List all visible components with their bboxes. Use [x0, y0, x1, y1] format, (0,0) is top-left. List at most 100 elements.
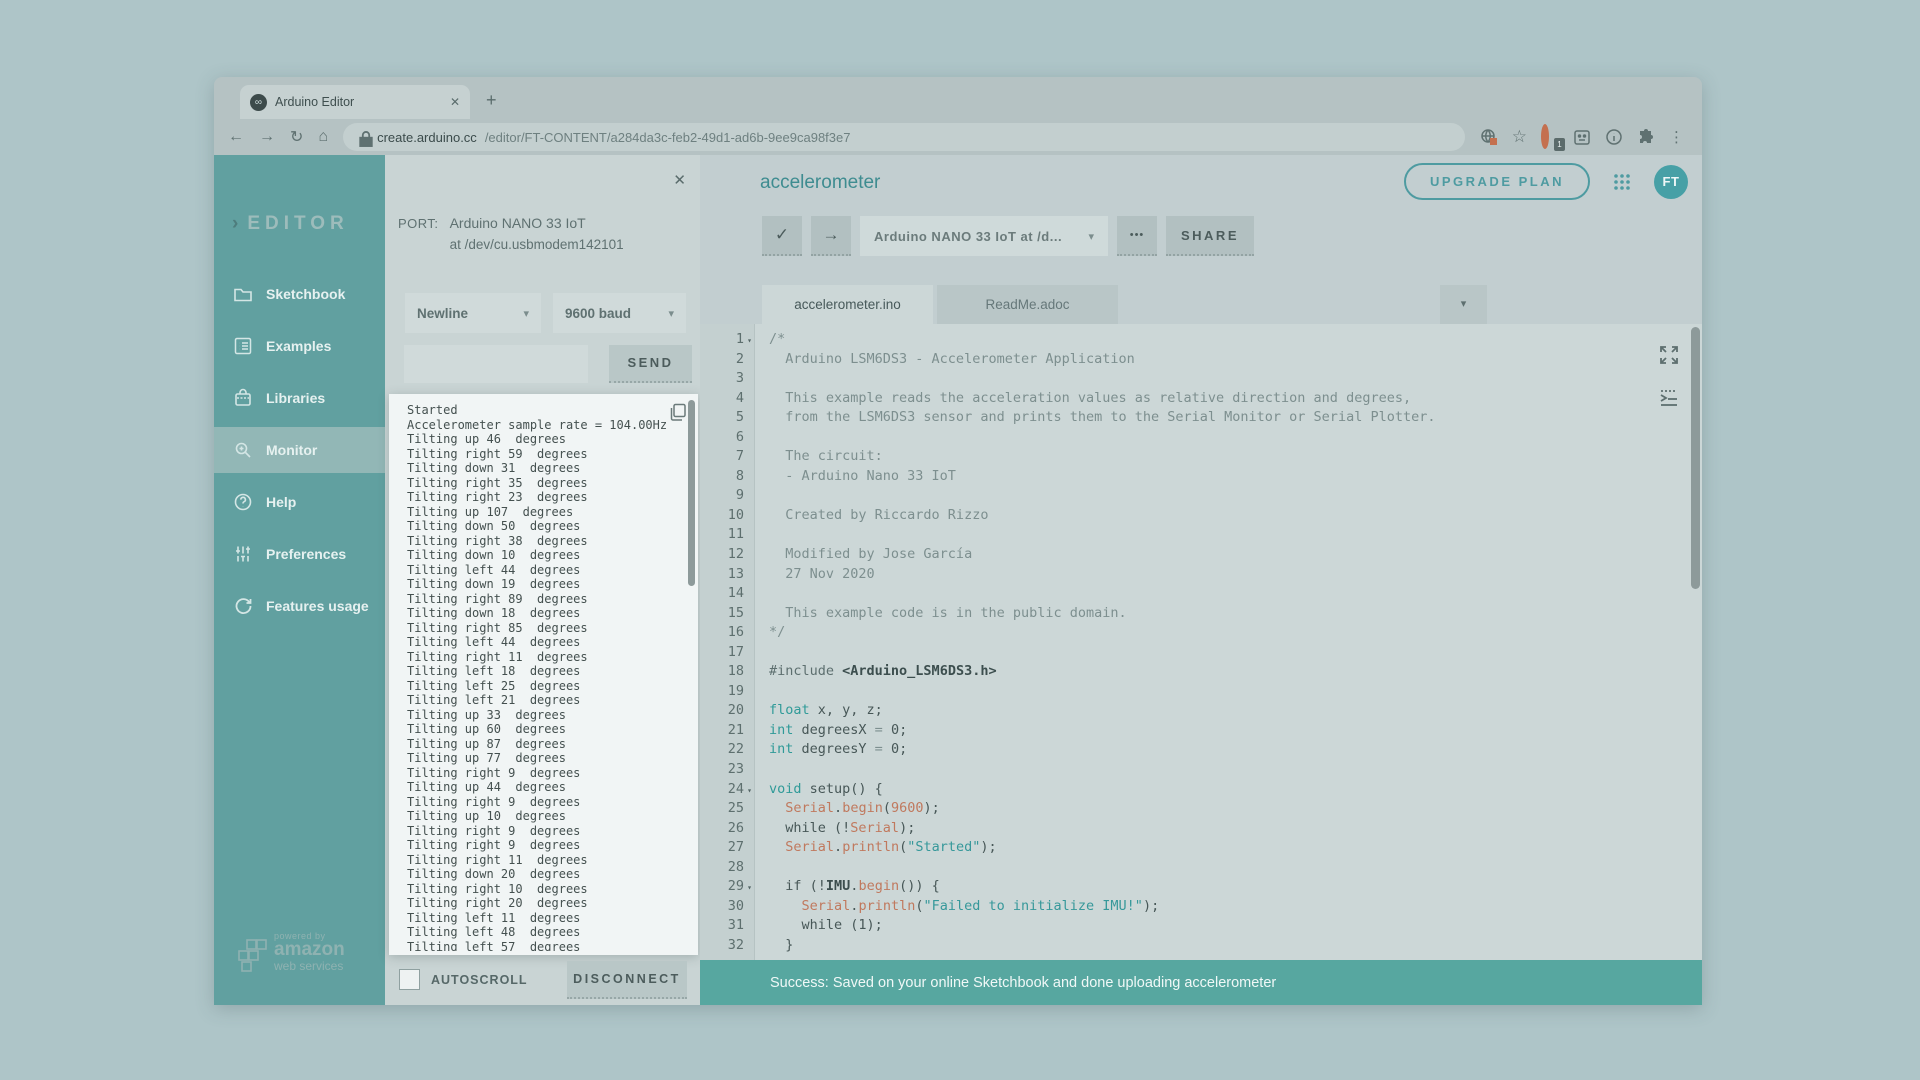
fold-arrow-icon[interactable]: ▾	[744, 331, 755, 351]
tab-list-caret-icon[interactable]: ▾	[1440, 285, 1487, 324]
sidebar-item-monitor[interactable]: Monitor	[214, 427, 385, 473]
address-bar[interactable]: create.arduino.cc/editor/FT-CONTENT/a284…	[343, 123, 1465, 151]
aws-web-services: web services	[274, 959, 345, 973]
fold-arrow-icon[interactable]: ▾	[744, 878, 755, 898]
avatar[interactable]: FT	[1654, 165, 1688, 199]
sidebar: ›EDITOR Sketchbook Examples Libraries Monit…	[214, 155, 385, 1005]
code-editor[interactable]: 1▾/*2 Arduino LSM6DS3 - Accelerometer Ap…	[700, 324, 1702, 960]
back-icon[interactable]: ←	[228, 128, 244, 146]
serial-log-line: Started	[407, 403, 684, 418]
code-line: 20float x, y, z;	[700, 701, 1435, 721]
send-button[interactable]: SEND	[609, 345, 692, 383]
code-line: 31 while (1);	[700, 916, 1435, 936]
serial-log-line: Tilting right 9 degrees	[407, 766, 684, 781]
reload-icon[interactable]: ↻	[290, 127, 303, 147]
sidebar-item-label: Features usage	[266, 598, 369, 614]
share-button[interactable]: SHARE	[1166, 216, 1254, 256]
home-icon[interactable]: ⌂	[318, 128, 328, 146]
serial-log-line: Tilting left 57 degrees	[407, 940, 684, 952]
device-selector[interactable]: Arduino NANO 33 IoT at /d... ▾	[860, 216, 1108, 256]
libraries-icon	[233, 388, 253, 408]
code-line: 32 }	[700, 936, 1435, 956]
code-line: 17	[700, 643, 1435, 663]
tab-readme-adoc[interactable]: ReadMe.adoc	[937, 285, 1118, 324]
code-line: 21int degreesX = 0;	[700, 721, 1435, 741]
tab-title: Arduino Editor	[275, 95, 442, 109]
sidebar-item-features-usage[interactable]: Features usage	[214, 583, 385, 629]
upload-button[interactable]: →	[811, 216, 851, 256]
serial-message-input[interactable]	[404, 345, 588, 383]
aws-cubes-icon	[238, 939, 268, 973]
serial-log-line: Tilting up 77 degrees	[407, 751, 684, 766]
close-monitor-icon[interactable]: ✕	[673, 171, 686, 189]
aws-logo: powered by amazon web services	[238, 931, 345, 973]
serial-log-line: Tilting up 46 degrees	[407, 432, 684, 447]
preferences-icon	[233, 544, 253, 564]
sidebar-item-sketchbook[interactable]: Sketchbook	[214, 271, 385, 317]
code-line: 10 Created by Riccardo Rizzo	[700, 506, 1435, 526]
serial-log-line: Tilting left 25 degrees	[407, 679, 684, 694]
browser-tab[interactable]: ∞ Arduino Editor ✕	[240, 85, 470, 119]
sidebar-item-libraries[interactable]: Libraries	[214, 375, 385, 421]
folder-icon	[233, 284, 253, 304]
code-line: 5 from the LSM6DS3 sensor and prints the…	[700, 408, 1435, 428]
console-icon[interactable]	[1658, 387, 1680, 414]
sidebar-item-examples[interactable]: Examples	[214, 323, 385, 369]
serial-log-line: Tilting right 38 degrees	[407, 534, 684, 549]
examples-icon	[233, 336, 253, 356]
sketch-title: accelerometer	[760, 172, 880, 194]
help-icon	[233, 492, 253, 512]
code-line: 4 This example reads the acceleration va…	[700, 389, 1435, 409]
verify-button[interactable]: ✓	[762, 216, 802, 256]
sidebar-item-label: Preferences	[266, 546, 346, 562]
browser-menu-icon[interactable]: ⋮	[1669, 128, 1684, 146]
fold-arrow-icon[interactable]: ▾	[744, 781, 755, 801]
notification-icon[interactable]: 1	[1541, 128, 1559, 146]
chevron-down-icon: ▾	[668, 307, 674, 320]
serial-log-line: Tilting down 19 degrees	[407, 577, 684, 592]
serial-log-line: Tilting down 50 degrees	[407, 519, 684, 534]
serial-log-line: Tilting left 44 degrees	[407, 563, 684, 578]
serial-log-line: Tilting left 11 degrees	[407, 911, 684, 926]
log-scrollbar[interactable]	[688, 400, 695, 586]
sidebar-item-preferences[interactable]: Preferences	[214, 531, 385, 577]
extension-box-icon[interactable]	[1573, 128, 1591, 146]
file-tab-bar: accelerometer.ino ReadMe.adoc ▾	[762, 285, 1118, 324]
browser-window: ∞ Arduino Editor ✕ + ← → ↻ ⌂ create.ardu…	[214, 77, 1702, 1005]
forward-icon[interactable]: →	[259, 128, 275, 146]
new-tab-button[interactable]: +	[486, 90, 497, 111]
code-line: 14	[700, 584, 1435, 604]
code-line: 11	[700, 525, 1435, 545]
editor-main: accelerometer UPGRADE PLAN FT ✓ → Arduin…	[700, 155, 1702, 1005]
arduino-favicon-icon: ∞	[250, 94, 267, 111]
disconnect-button[interactable]: DISCONNECT	[567, 961, 687, 999]
port-label: PORT:	[398, 215, 439, 252]
code-scrollbar[interactable]	[1691, 327, 1700, 589]
info-icon[interactable]	[1605, 128, 1623, 146]
tab-close-icon[interactable]: ✕	[450, 95, 460, 109]
browser-actions: ☆ 1 ⋮	[1480, 128, 1688, 146]
sidebar-item-label: Libraries	[266, 390, 325, 406]
copy-log-icon[interactable]	[668, 402, 688, 422]
autoscroll-checkbox[interactable]	[399, 969, 420, 990]
bookmark-star-icon[interactable]: ☆	[1512, 128, 1527, 146]
code-line: 29▾ if (!IMU.begin()) {	[700, 877, 1435, 897]
upgrade-plan-button[interactable]: UPGRADE PLAN	[1404, 163, 1590, 200]
sidebar-item-help[interactable]: Help	[214, 479, 385, 525]
serial-log-line: Tilting up 107 degrees	[407, 505, 684, 520]
translate-icon[interactable]	[1480, 128, 1498, 146]
extensions-puzzle-icon[interactable]	[1637, 128, 1655, 146]
serial-log-line: Tilting up 44 degrees	[407, 780, 684, 795]
line-ending-select[interactable]: Newline ▾	[405, 293, 541, 333]
serial-log-line: Tilting up 10 degrees	[407, 809, 684, 824]
apps-grid-icon[interactable]	[1612, 172, 1632, 192]
code-line: 1▾/*	[700, 330, 1435, 350]
lock-icon	[357, 130, 369, 144]
baud-rate-select[interactable]: 9600 baud ▾	[553, 293, 686, 333]
more-actions-button[interactable]: •••	[1117, 216, 1157, 256]
aws-amazon: amazon	[274, 941, 345, 959]
fullscreen-icon[interactable]	[1658, 344, 1680, 371]
editor-brand: ›EDITOR	[232, 213, 349, 235]
port-name: Arduino NANO 33 IoT	[450, 215, 624, 231]
tab-accelerometer-ino[interactable]: accelerometer.ino	[762, 285, 933, 324]
